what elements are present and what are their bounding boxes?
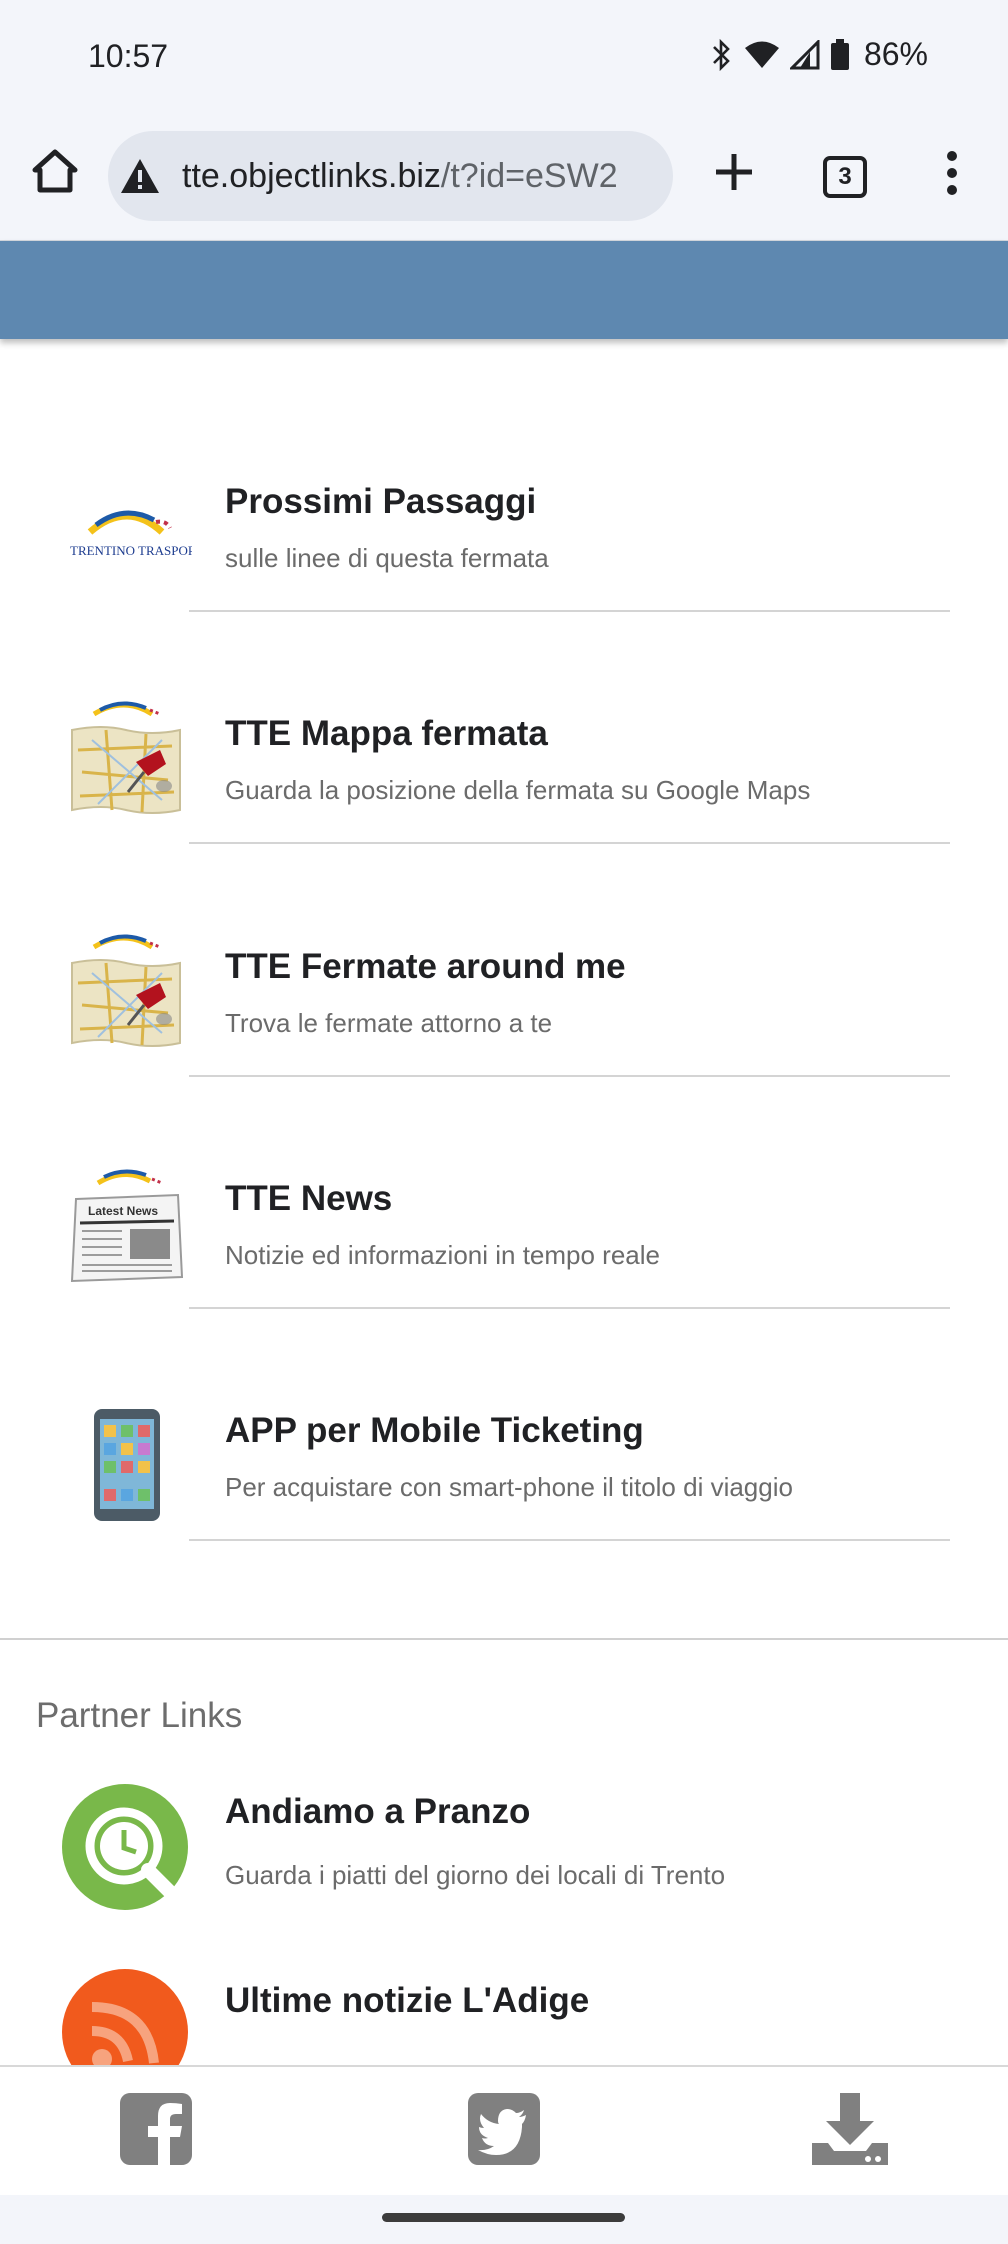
browser-toolbar: tte.objectlinks.biz/t?id=eSW2 3 (0, 118, 1008, 241)
item-title: Ultime notizie L'Adige (225, 1981, 590, 2020)
list-item-fermate-around-me[interactable]: TTE Fermate around me Trova le fermate a… (0, 895, 1008, 1127)
item-title: TTE Fermate around me (225, 947, 626, 986)
partner-item-andiamo-a-pranzo[interactable]: Andiamo a Pranzo Guarda i piatti del gio… (0, 1760, 1008, 1940)
item-subtitle: Trova le fermate attorno a te (225, 1008, 553, 1038)
divider (189, 1307, 950, 1309)
item-title: TTE Mappa fermata (225, 714, 548, 753)
item-title: Andiamo a Pranzo (225, 1792, 531, 1831)
more-vert-icon (947, 151, 957, 195)
clock-search-icon (62, 1784, 192, 1914)
section-divider (0, 1638, 1008, 1640)
trentino-trasporti-logo-icon: TRENTINO TRASPORTI (62, 470, 208, 600)
battery-icon (830, 38, 850, 71)
logo-text: TRENTINO TRASPORTI (70, 543, 192, 558)
item-subtitle: Notizie ed informazioni in tempo reale (225, 1240, 660, 1270)
item-subtitle: sulle linee di questa fermata (225, 543, 549, 573)
divider (189, 842, 950, 844)
partner-links-heading: Partner Links (36, 1696, 243, 1735)
list-item-tte-news[interactable]: Latest News TTE News Notizie ed informaz… (0, 1127, 1008, 1359)
item-title: TTE News (225, 1179, 393, 1218)
partner-item-ladige[interactable]: Ultime notizie L'Adige (0, 1943, 1008, 2065)
item-subtitle: Guarda i piatti del giorno dei locali di… (225, 1860, 726, 1890)
list-item-prossimi-passaggi[interactable]: TRENTINO TRASPORTI Prossimi Passaggi sul… (0, 430, 1008, 662)
divider (189, 1539, 950, 1541)
cellular-signal-icon (789, 39, 820, 70)
list-item-mappa-fermata[interactable]: TTE Mappa fermata Guarda la posizione de… (0, 662, 1008, 894)
tab-switcher-button[interactable]: 3 (823, 156, 867, 198)
item-title: Prossimi Passaggi (225, 482, 537, 521)
newspaper-headline: Latest News (88, 1204, 158, 1218)
url-text[interactable]: tte.objectlinks.biz/t?id=eSW2 (182, 131, 662, 221)
new-tab-button[interactable] (708, 146, 760, 198)
item-title: APP per Mobile Ticketing (225, 1411, 644, 1450)
more-menu-button[interactable] (935, 148, 969, 198)
home-button[interactable] (28, 144, 82, 198)
map-pin-icon (62, 700, 192, 830)
status-icons: 86% (710, 36, 928, 73)
download-icon[interactable] (812, 2093, 888, 2165)
gesture-nav-area (0, 2195, 1008, 2244)
divider (189, 1075, 950, 1077)
url-domain: tte.objectlinks.biz (182, 157, 441, 195)
item-subtitle: Guarda la posizione della fermata su Goo… (225, 775, 811, 805)
smartphone-icon (62, 1405, 192, 1535)
twitter-icon[interactable] (468, 2093, 540, 2165)
map-pin-icon (62, 933, 192, 1063)
facebook-icon[interactable] (120, 2093, 192, 2165)
item-subtitle: Per acquistare con smart-phone il titolo… (225, 1472, 793, 1502)
plus-icon (716, 154, 752, 190)
battery-percentage: 86% (863, 36, 928, 72)
home-gesture-pill[interactable] (382, 2213, 625, 2222)
site-header (0, 241, 1008, 339)
divider (189, 610, 950, 612)
list-item-mobile-ticketing[interactable]: APP per Mobile Ticketing Per acquistare … (0, 1359, 1008, 1591)
share-bar (0, 2065, 1008, 2197)
warning-icon[interactable] (120, 157, 160, 195)
wifi-icon (744, 40, 780, 70)
home-icon (32, 149, 78, 193)
newspaper-icon: Latest News (62, 1165, 192, 1295)
address-bar[interactable]: tte.objectlinks.biz/t?id=eSW2 (108, 131, 673, 221)
url-path: /t?id=eSW2 (440, 157, 618, 195)
bluetooth-icon (710, 38, 734, 72)
rss-icon (62, 1969, 192, 2065)
status-time: 10:57 (88, 38, 169, 74)
status-bar: 10:57 86% (0, 0, 1008, 118)
